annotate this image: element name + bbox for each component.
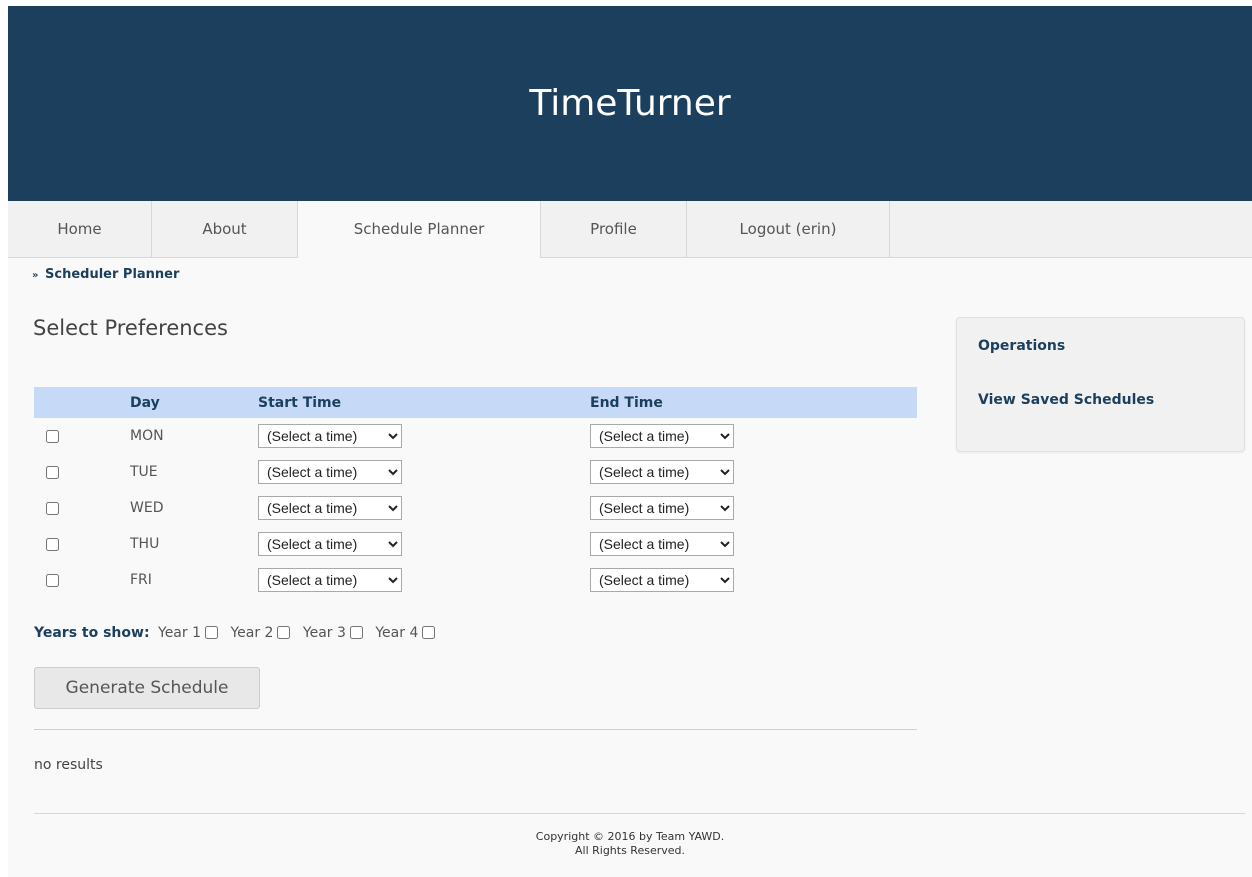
footer: Copyright © 2016 by Team YAWD. All Right… <box>8 830 1252 858</box>
year-4-checkbox[interactable] <box>422 626 436 639</box>
day-checkbox-tue[interactable] <box>46 465 59 479</box>
day-label: FRI <box>130 572 152 588</box>
table-row: MON (Select a time) (Select a time) <box>34 418 917 454</box>
breadcrumb: » Scheduler Planner <box>32 267 179 282</box>
year-2-label: Year 2 <box>230 625 274 641</box>
tab-schedule-planner[interactable]: Schedule Planner <box>298 201 541 258</box>
day-checkbox-thu[interactable] <box>46 537 59 551</box>
table-row: TUE (Select a time) (Select a time) <box>34 454 917 490</box>
day-label: WED <box>130 500 164 516</box>
table-row: WED (Select a time) (Select a time) <box>34 490 917 526</box>
header-day: Day <box>130 387 258 418</box>
results-status: no results <box>34 757 103 773</box>
preferences-table: Day Start Time End Time MON (Select a ti… <box>34 387 917 598</box>
results-divider <box>34 729 917 730</box>
year-4-label: Year 4 <box>375 625 419 641</box>
day-checkbox-fri[interactable] <box>46 573 59 587</box>
day-label: THU <box>130 536 160 552</box>
year-1-checkbox[interactable] <box>205 626 218 639</box>
page-title: Select Preferences <box>33 316 228 340</box>
header-end-time: End Time <box>590 387 917 418</box>
start-time-select-wed[interactable]: (Select a time) <box>258 496 402 520</box>
years-filter: Years to show: Year 1 Year 2 Year 3 Year… <box>34 625 439 641</box>
tab-home[interactable]: Home <box>8 201 152 257</box>
day-label: MON <box>130 428 164 444</box>
table-row: THU (Select a time) (Select a time) <box>34 526 917 562</box>
end-time-select-thu[interactable]: (Select a time) <box>590 532 734 556</box>
site-banner: TimeTurner <box>8 6 1252 201</box>
year-1-label: Year 1 <box>158 625 201 641</box>
tab-profile[interactable]: Profile <box>541 201 687 257</box>
end-time-select-fri[interactable]: (Select a time) <box>590 568 734 592</box>
end-time-select-wed[interactable]: (Select a time) <box>590 496 734 520</box>
breadcrumb-current: Scheduler Planner <box>45 267 180 282</box>
end-time-select-mon[interactable]: (Select a time) <box>590 424 734 448</box>
operations-panel: Operations View Saved Schedules <box>956 317 1245 452</box>
start-time-select-fri[interactable]: (Select a time) <box>258 568 402 592</box>
table-header-row: Day Start Time End Time <box>34 387 917 418</box>
day-label: TUE <box>130 464 158 480</box>
table-row: FRI (Select a time) (Select a time) <box>34 562 917 598</box>
day-checkbox-mon[interactable] <box>46 429 59 443</box>
tab-logout[interactable]: Logout (erin) <box>687 201 890 257</box>
site-title: TimeTurner <box>529 83 731 124</box>
header-select <box>34 387 130 418</box>
generate-schedule-button[interactable]: Generate Schedule <box>34 667 260 709</box>
end-time-select-tue[interactable]: (Select a time) <box>590 460 734 484</box>
main-nav: Home About Schedule Planner Profile Logo… <box>8 201 1252 258</box>
tab-about[interactable]: About <box>152 201 298 257</box>
footer-divider <box>34 813 1245 814</box>
operations-title: Operations <box>978 338 1066 354</box>
header-start-time: Start Time <box>258 387 590 418</box>
day-checkbox-wed[interactable] <box>46 501 59 515</box>
copyright-text: Copyright © 2016 by Team YAWD. <box>535 830 725 843</box>
start-time-select-thu[interactable]: (Select a time) <box>258 532 402 556</box>
year-3-checkbox[interactable] <box>349 626 363 639</box>
page: TimeTurner Home About Schedule Planner P… <box>8 6 1252 877</box>
view-saved-schedules-link[interactable]: View Saved Schedules <box>978 392 1154 408</box>
rights-text: All Rights Reserved. <box>574 844 686 857</box>
year-3-label: Year 3 <box>302 625 346 641</box>
years-label: Years to show: <box>34 625 150 641</box>
breadcrumb-separator: » <box>32 270 39 281</box>
start-time-select-tue[interactable]: (Select a time) <box>258 460 402 484</box>
year-2-checkbox[interactable] <box>277 626 291 639</box>
start-time-select-mon[interactable]: (Select a time) <box>258 424 402 448</box>
